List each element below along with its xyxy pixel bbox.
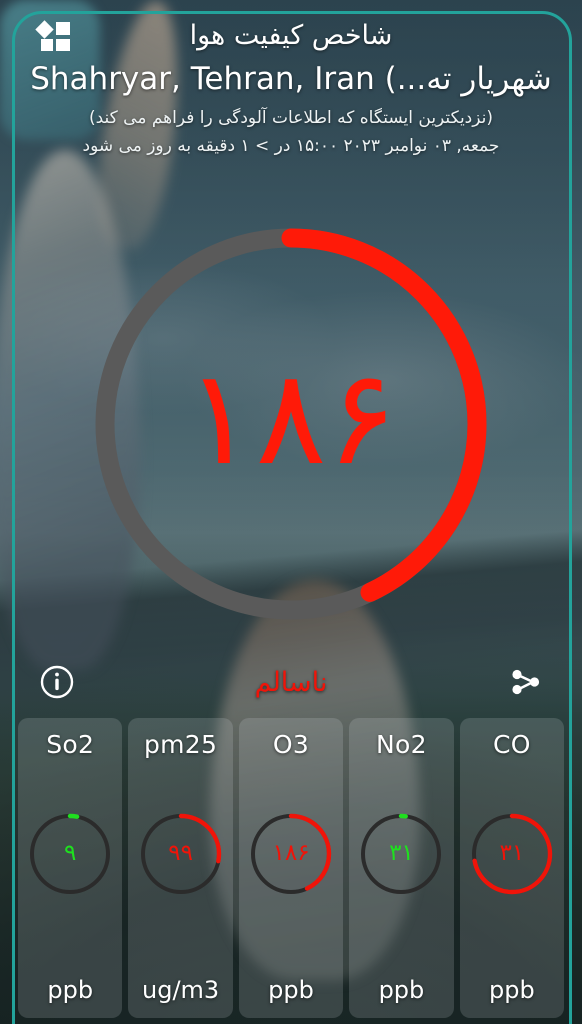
pollutant-gauge: ۹۹	[138, 811, 224, 897]
pollutant-unit: ppb	[47, 976, 94, 1004]
pollutant-name: O3	[272, 730, 310, 759]
pollutant-unit: ppb	[488, 976, 535, 1004]
grid-icon-tile-diamond	[35, 20, 54, 39]
status-row: ناسالم	[0, 654, 582, 710]
pollutant-value: ۱۸۶	[272, 839, 310, 866]
pollutant-gauge: ۹	[27, 811, 113, 897]
pollutant-name: No2	[376, 730, 427, 759]
pollutant-card[interactable]: So2 ۹ ppb	[18, 718, 123, 1018]
aqi-value: ۱۸۶	[184, 341, 398, 495]
title-row: شاخص کیفیت هوا	[22, 14, 560, 58]
pollutant-gauge: ۳۱	[358, 811, 444, 897]
pollutant-card[interactable]: pm25 ۹۹ ug/m3	[128, 718, 233, 1018]
pollutant-name: CO	[492, 730, 531, 759]
pollutant-unit: ug/m3	[142, 976, 220, 1004]
pollutant-gauge: ۱۸۶	[248, 811, 334, 897]
aqi-gauge[interactable]: ۱۸۶	[87, 220, 495, 628]
info-circle-icon[interactable]	[36, 661, 78, 703]
pollutant-unit: ppb	[268, 976, 314, 1004]
grid-dashboard-icon[interactable]	[35, 20, 70, 52]
grid-icon-tile-bottom-left	[41, 39, 53, 51]
aqi-app-screen: شاخص کیفیت هوا شهریار ته...) Shahryar, T…	[0, 0, 582, 1024]
pollutant-value: ۹۹	[168, 839, 193, 866]
pollutant-card[interactable]: No2 ۳۱ ppb	[349, 718, 454, 1018]
grid-icon-tile-top-right	[56, 22, 70, 35]
header: شاخص کیفیت هوا شهریار ته...) Shahryar, T…	[0, 0, 582, 160]
updated-timestamp: جمعه, ۰۳ نوامبر ۲۰۲۳ ۱۵:۰۰ در > ۱ دقیقه …	[82, 136, 500, 156]
status-badge: ناسالم	[254, 666, 328, 698]
pollutant-card[interactable]: CO ۳۱ ppb	[459, 718, 565, 1018]
pollutant-name: pm25	[143, 730, 218, 759]
share-nodes-icon[interactable]	[504, 661, 546, 703]
aqi-gauge-container: ۱۸۶	[0, 214, 582, 634]
pollutant-gauge: ۳۱	[469, 811, 555, 897]
pollutant-value: ۹	[64, 839, 77, 866]
grid-icon-tile-bottom-right	[56, 39, 70, 51]
station-note: (نزدیکترین ایستگاه که اطلاعات آلودگی را …	[88, 108, 493, 128]
pollutant-card-list: So2 ۹ ppb pm25 ۹۹ ug/m3 O3 ۱۸۶ ppb No2 ۳…	[18, 718, 565, 1018]
pollutant-value: ۳۱	[389, 839, 414, 866]
pollutant-card[interactable]: O3 ۱۸۶ ppb	[238, 718, 344, 1018]
page-title: شاخص کیفیت هوا	[189, 20, 393, 51]
pollutant-name: So2	[46, 730, 95, 759]
pollutant-value: ۳۱	[499, 839, 525, 866]
location-label[interactable]: شهریار ته...) Shahryar, Tehran, Iran	[22, 59, 560, 99]
pollutant-unit: ppb	[378, 976, 425, 1004]
